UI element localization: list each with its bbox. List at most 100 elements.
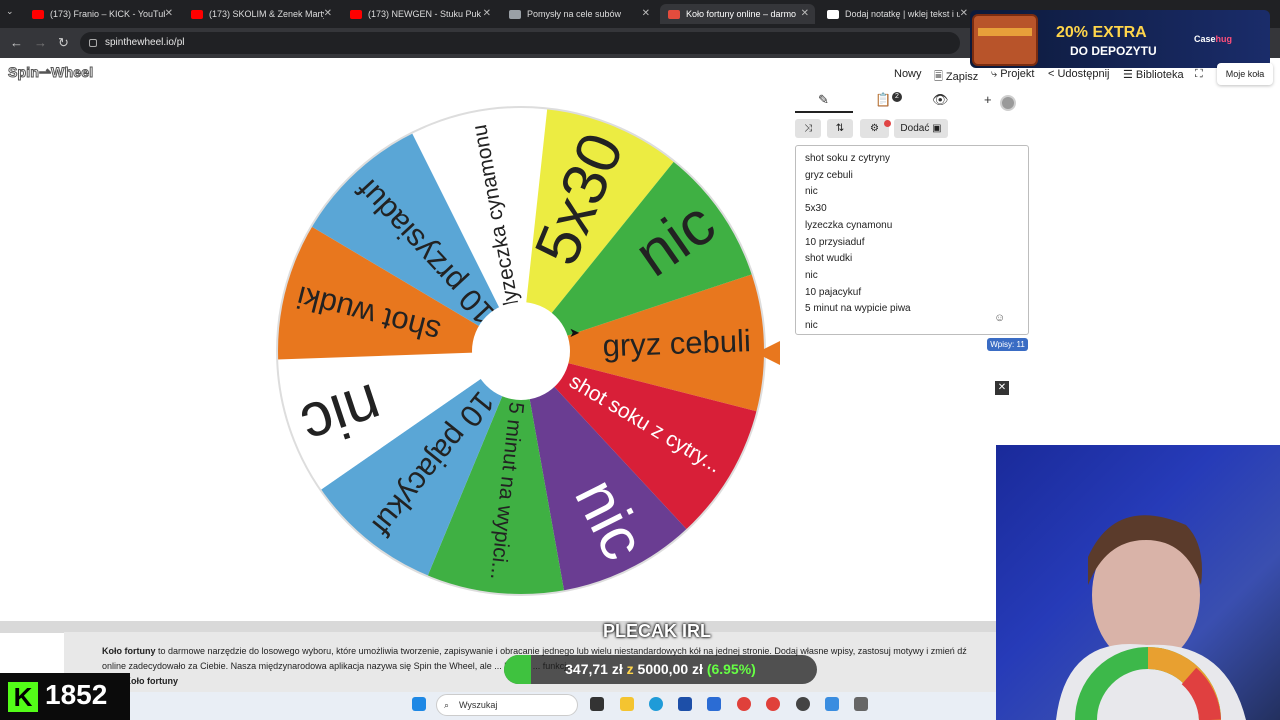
tab-favicon-icon [32,9,44,19]
forward-icon[interactable]: → [34,35,47,50]
promo-headline: 20% EXTRA [1056,24,1147,41]
obs-icon[interactable] [796,697,810,711]
lists-icon[interactable]: 📋 [875,92,891,108]
tab-title: (173) Franio – KICK - YouTube [50,9,165,19]
tab-close-icon[interactable]: ✕ [165,8,173,19]
add-plus-icon[interactable]: + [984,92,992,107]
add-image-label: Dodać [900,123,930,134]
entries-textarea[interactable]: shot soku z cytryny gryz cebuli nic 5x30 lyz… [795,145,1029,335]
my-wheels-button[interactable]: Moje koła [1217,63,1273,85]
edge-icon[interactable] [649,697,663,711]
tab-close-icon[interactable]: ✕ [324,8,332,19]
project-icon: ⤷ [991,68,1001,80]
chrome-profile-icon[interactable] [766,697,780,711]
browser-tab[interactable]: (173) Franio – KICK - YouTube ✕ [24,4,179,24]
tab-list-icon[interactable]: ⌄ [6,6,14,17]
store-icon[interactable] [678,697,692,711]
browser-tab[interactable]: Pomysły na cele subów ✕ [501,4,656,24]
browser-tab[interactable]: Dodaj notatkę | wklej tekst i ud ✕ [819,4,974,24]
shuffle-icon: ⤨ [804,123,812,134]
emoji-icon[interactable]: ☺ [994,312,1005,324]
reload-icon[interactable]: ↻ [58,35,69,51]
windows-start-icon[interactable] [412,697,426,711]
hide-eye-icon[interactable]: 👁 [932,92,949,108]
kick-viewer-counter: K 1852 [0,673,130,720]
promo-banner[interactable]: 20% EXTRA DO DEPOZYTU Casehug [970,10,1270,68]
search-icon: ⌕ [444,700,450,710]
add-image-button[interactable]: Dodać ▣ [894,119,948,138]
wheel[interactable]: gryz cebuli shot soku z cytry... nic 5 minu… [274,104,768,598]
back-icon[interactable]: ← [10,35,23,50]
browser-tab[interactable]: Koło fortuny online – darmo ✕ [660,4,815,24]
tab-close-icon[interactable]: ✕ [960,8,968,19]
edit-pencil-icon[interactable]: ✎ [818,92,829,108]
entry-line: nic [805,269,818,281]
tab-favicon-icon [509,9,521,19]
menu-new[interactable]: Nowy [894,68,922,80]
browser-tab[interactable]: (173) NEWGEN - Stuku Puk ✕ [342,4,497,24]
tab-favicon-icon [350,9,362,19]
calculator-icon[interactable] [854,697,868,711]
wheel-hub[interactable] [472,302,570,400]
library-icon: ☰ [1123,69,1136,81]
chrome-icon[interactable] [737,697,751,711]
kick-logo-icon: K [8,682,38,712]
sort-button[interactable]: ⇅ [827,119,853,138]
goal-text: 347,71 zł z 5000,00 zł (6.95%) [504,655,817,684]
promo-subline: DO DEPOZYTU [1070,44,1157,58]
webcam-person-image [1056,515,1246,720]
save-icon: 🗏 [934,71,946,83]
tab-title: (173) SKOLIM & Zenek Martyniu [209,9,324,19]
menu-share[interactable]: < Udostępnij [1048,68,1109,80]
menu-library[interactable]: ☰ Biblioteka [1123,68,1184,81]
gear-icon: ⚙ [870,123,879,134]
wheel-segment-label: gryz cebuli [602,323,751,363]
taskbar-search[interactable]: ⌕ Wyszukaj [436,694,578,716]
entry-line: nic [805,186,818,198]
shuffle-button[interactable]: ⤨ [795,119,821,138]
tab-close-icon[interactable]: ✕ [801,8,809,19]
entries-count-badge: Wpisy: 11 [987,338,1028,351]
avatar[interactable] [1000,95,1016,111]
site-info-icon[interactable] [89,39,97,47]
entry-line: 5x30 [805,203,827,215]
promo-brand-a: Case [1194,34,1216,44]
file-explorer-icon[interactable] [620,697,634,711]
wheel-pointer [756,341,780,365]
entry-line: 5 minut na wypicie piwa [805,303,911,315]
outlook-icon[interactable] [707,697,721,711]
url-text: spinthewheel.io/pl [105,37,185,48]
notepad-icon[interactable] [825,697,839,711]
task-view-icon[interactable] [590,697,604,711]
entry-line: gryz cebuli [805,169,853,181]
fullscreen-icon[interactable]: ⛶ [1195,68,1203,81]
menu-save[interactable]: 🗏 Zapisz [934,68,978,87]
promo-brand-b: hug [1215,34,1233,44]
tab-favicon-icon [668,9,680,19]
sort-icon: ⇅ [835,123,845,134]
taskbar-search-placeholder: Wyszukaj [459,700,498,710]
entry-line: lyzeczka cynamonu [805,219,893,231]
treasure-chest-image [972,14,1038,66]
tab-close-icon[interactable]: ✕ [642,8,650,19]
description-line2: online zadecydowało za Ciebie. Nasza mię… [102,661,574,671]
mouse-cursor-icon: ➤ [569,325,580,340]
browser-tab[interactable]: (173) SKOLIM & Zenek Martyniu✕ [183,4,338,24]
tab-title: Pomysły na cele subów [527,9,622,19]
wheel-graphic[interactable]: gryz cebulishot soku z cytry...nic5 minu… [274,104,768,598]
tab-title: Koło fortuny online – darmo [686,9,797,19]
lists-count-badge: 2 [892,92,902,102]
entry-line: shot wudki [805,253,853,265]
menu-project-label: Projekt [1000,68,1035,80]
site-logo[interactable]: Spin⇀Wheel [7,64,93,81]
tab-close-icon[interactable]: ✕ [483,8,491,19]
active-tab-indicator [795,111,853,113]
goal-current: 347,71 zł [565,661,623,677]
entry-line: shot soku z cytryny [805,153,891,164]
tab-favicon-icon [191,9,203,19]
tab-title: (173) NEWGEN - Stuku Puk [368,9,482,19]
close-ad-button[interactable]: ✕ [995,381,1009,395]
image-icon: ▣ [932,123,942,134]
menu-project[interactable]: ⤷ Projekt [991,68,1034,81]
url-field[interactable]: spinthewheel.io/pl [80,32,960,54]
